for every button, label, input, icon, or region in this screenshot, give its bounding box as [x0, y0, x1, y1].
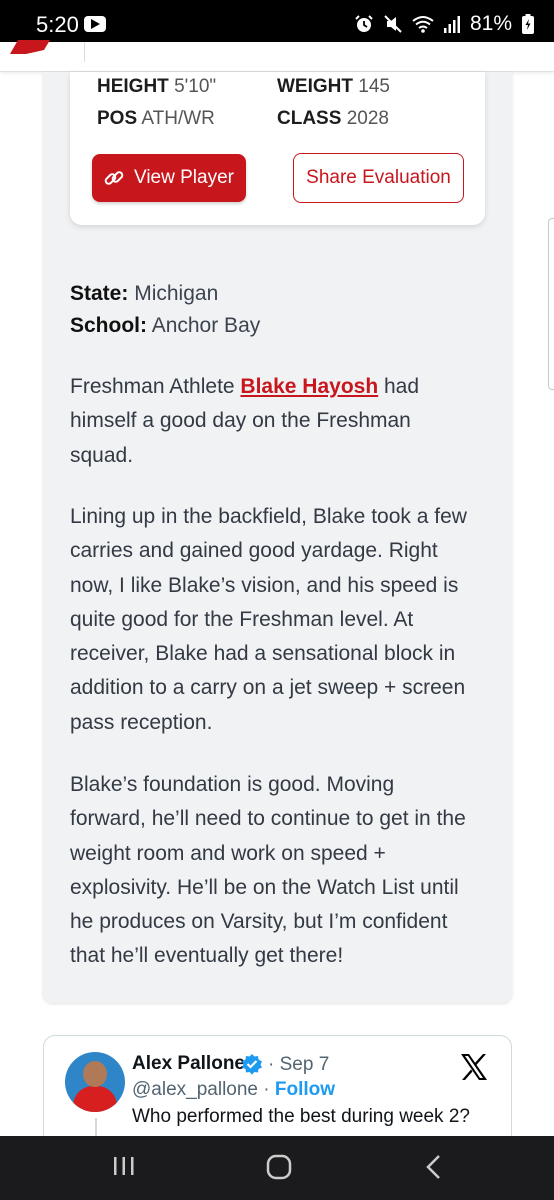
tweet-handle-line: @alex_pallone · Follow: [132, 1079, 335, 1101]
avatar[interactable]: [65, 1052, 125, 1112]
tweet-date[interactable]: · Sep 7: [268, 1054, 329, 1076]
youtube-icon: [84, 16, 106, 32]
wifi-icon: [412, 16, 434, 33]
share-evaluation-button[interactable]: Share Evaluation: [293, 153, 464, 203]
verified-badge-icon: [242, 1054, 262, 1075]
paragraph-2: Lining up in the backfield, Blake took a…: [70, 500, 488, 740]
x-logo-icon[interactable]: [459, 1053, 489, 1081]
player-stats-card: HEIGHT 5'10" WEIGHT 145 POS ATH/WR CLASS…: [70, 72, 485, 225]
signal-icon: [443, 16, 460, 33]
weight-stat: WEIGHT 145: [277, 76, 390, 98]
state-line: State: Michigan: [70, 282, 218, 306]
paragraph-1-line-2: himself a good day on the Freshman: [70, 409, 411, 433]
position-stat: POS ATH/WR: [97, 108, 215, 130]
height-value: 5'10": [174, 76, 217, 97]
share-evaluation-label: Share Evaluation: [306, 167, 451, 188]
state-label: State:: [70, 282, 129, 305]
alarm-icon: [355, 15, 373, 32]
paragraph-line: weight room and work on speed +: [70, 841, 386, 865]
navigation-bar: [0, 1136, 554, 1200]
school-value: Anchor Bay: [151, 314, 261, 337]
status-bar: 5:20 81%: [0, 0, 554, 42]
class-value: 2028: [346, 108, 389, 129]
paragraph-line: pass reception.: [70, 710, 213, 734]
paragraph-line: explosivity. He’ll be on the Watch List …: [70, 875, 459, 899]
paragraph-line: Lining up in the backfield, Blake took a…: [70, 505, 467, 528]
page-scrollbar[interactable]: [548, 218, 554, 390]
paragraph-line: Blake’s foundation is good. Moving: [70, 773, 395, 796]
link-icon: [104, 171, 124, 185]
height-stat: HEIGHT 5'10": [97, 76, 216, 98]
paragraph-1-line-3: squad.: [70, 443, 134, 467]
tweet-handle[interactable]: @alex_pallone ·: [132, 1079, 275, 1100]
status-icons: 81%: [354, 12, 534, 36]
school-label: School:: [70, 314, 147, 337]
status-time: 5:20: [36, 12, 79, 37]
battery-percent: 81%: [469, 12, 512, 35]
pos-value: ATH/WR: [141, 108, 215, 129]
paragraph-line: quite good for the Freshman level. At: [70, 607, 414, 631]
text-span: Freshman Athlete: [70, 375, 241, 398]
paragraph-3: Blake’s foundation is good. Moving forwa…: [70, 768, 488, 974]
weight-value: 145: [358, 76, 390, 97]
paragraph-line: he produces on Varsity, but I’m confiden…: [70, 910, 448, 934]
avatar-body: [73, 1086, 117, 1112]
view-player-button[interactable]: View Player: [92, 154, 246, 202]
recent-apps-icon[interactable]: [112, 1154, 136, 1178]
paragraph-line: forward, he’ll need to continue to get i…: [70, 807, 466, 831]
pos-label: POS: [97, 108, 138, 129]
class-stat: CLASS 2028: [277, 108, 389, 130]
header-divider: [84, 42, 85, 62]
state-value: Michigan: [134, 282, 219, 305]
tweet-author-name[interactable]: Alex Pallone: [132, 1053, 245, 1075]
paragraph-1: Freshman Athlete Blake Hayosh had himsel…: [70, 370, 488, 473]
school-line: School: Anchor Bay: [70, 314, 260, 338]
battery-icon: [522, 14, 534, 34]
site-logo[interactable]: [10, 40, 50, 54]
text-span: had: [378, 375, 420, 398]
paragraph-line: addition to a carry on a jet sweep + scr…: [70, 676, 466, 700]
height-label: HEIGHT: [97, 76, 169, 97]
paragraph-line: receiver, Blake had a sensational block …: [70, 642, 456, 666]
weight-label: WEIGHT: [277, 76, 353, 97]
follow-link[interactable]: Follow: [275, 1079, 335, 1100]
home-icon[interactable]: [266, 1154, 292, 1180]
paragraph-line: that he’ll eventually get there!: [70, 944, 344, 968]
player-profile-link[interactable]: Blake Hayosh: [240, 375, 378, 398]
back-icon[interactable]: [424, 1154, 444, 1180]
view-player-label: View Player: [134, 167, 234, 188]
avatar-head: [83, 1061, 107, 1087]
paragraph-1-line-1: Freshman Athlete Blake Hayosh had: [70, 370, 488, 404]
paragraph-line: carries and gained good yardage. Right: [70, 539, 438, 563]
class-label: CLASS: [277, 108, 342, 129]
tweet-text: Who performed the best during week 2?: [132, 1106, 470, 1127]
mute-icon: [384, 15, 402, 33]
paragraph-line: now, I like Blake’s vision, and his spee…: [70, 573, 459, 597]
site-header: [0, 40, 554, 72]
